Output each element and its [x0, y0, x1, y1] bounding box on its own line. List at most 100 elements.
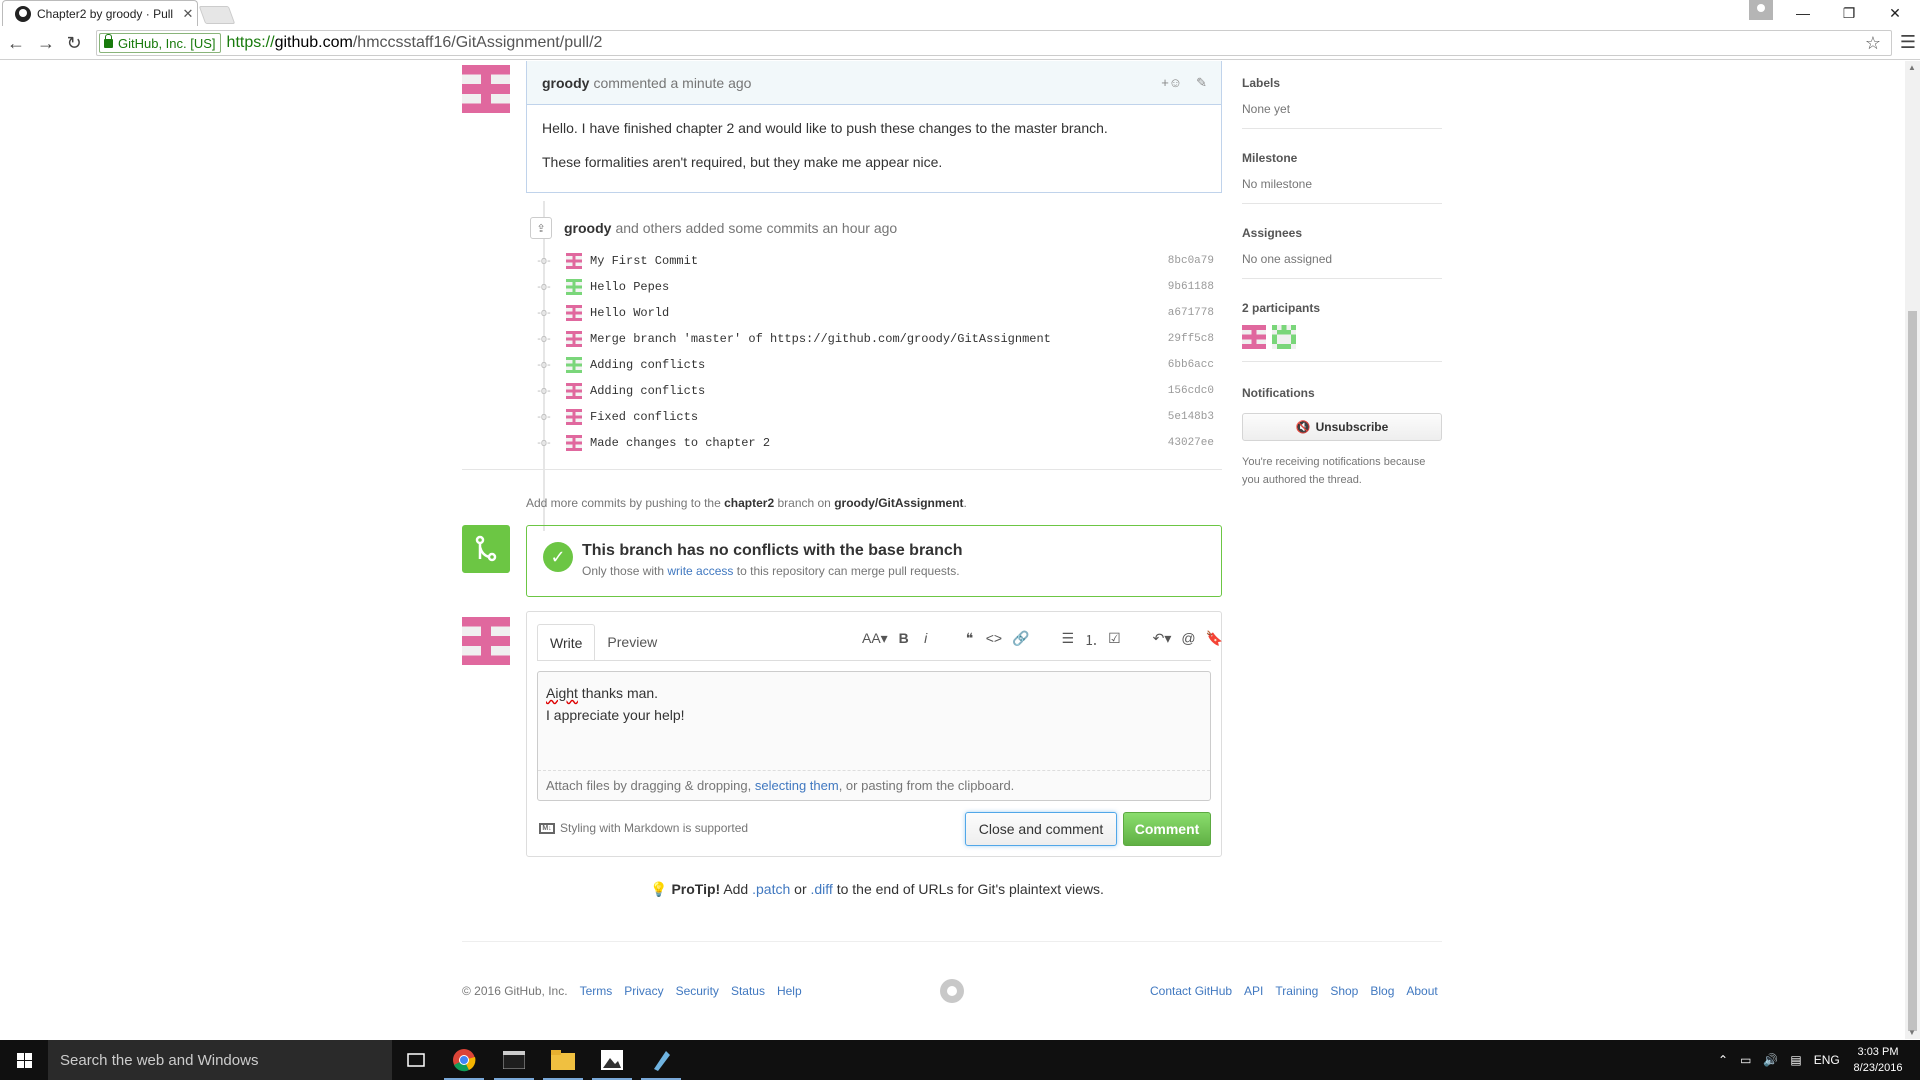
code-icon[interactable]: <>	[986, 630, 1002, 650]
write-access-link[interactable]: write access	[667, 564, 733, 578]
footer-link-terms[interactable]: Terms	[580, 984, 613, 998]
commit-author-avatar[interactable]	[566, 305, 582, 321]
reload-icon[interactable]: ↻	[62, 32, 86, 54]
address-bar[interactable]: GitHub, Inc. [US] https://github.com/hmc…	[96, 30, 1892, 56]
commit-row[interactable]: -o- My First Commit 8bc0a79	[534, 250, 1214, 272]
new-tab-button[interactable]	[198, 6, 236, 24]
commit-message[interactable]: Fixed conflicts	[590, 410, 1168, 424]
italic-icon[interactable]: i	[920, 630, 932, 650]
commit-message[interactable]: Merge branch 'master' of https://github.…	[590, 332, 1168, 346]
commit-sha[interactable]: 9b61188	[1168, 281, 1214, 293]
footer-link-contact[interactable]: Contact GitHub	[1150, 984, 1232, 998]
reply-icon[interactable]: ↶▾	[1153, 630, 1172, 650]
commit-row[interactable]: -o- Hello World a671778	[534, 302, 1214, 324]
volume-icon[interactable]: 🔊	[1763, 1053, 1778, 1067]
file-explorer-icon[interactable]	[539, 1040, 587, 1080]
footer-link-shop[interactable]: Shop	[1330, 984, 1358, 998]
commit-author-avatar[interactable]	[566, 383, 582, 399]
commit-author-avatar[interactable]	[566, 279, 582, 295]
commit-message[interactable]: Made changes to chapter 2	[590, 436, 1168, 450]
quote-icon[interactable]: ❝	[964, 630, 976, 650]
footer-link-status[interactable]: Status	[731, 984, 765, 998]
assignees-title[interactable]: Assignees	[1242, 226, 1442, 240]
commit-author-avatar[interactable]	[566, 435, 582, 451]
footer-link-training[interactable]: Training	[1275, 984, 1318, 998]
start-button[interactable]	[0, 1040, 48, 1080]
footer-link-api[interactable]: API	[1244, 984, 1263, 998]
markdown-note[interactable]: M↓ Styling with Markdown is supported	[539, 821, 748, 835]
chrome-icon[interactable]	[440, 1040, 488, 1080]
commit-row[interactable]: -o- Fixed conflicts 5e148b3	[534, 406, 1214, 428]
bold-icon[interactable]: B	[898, 630, 910, 650]
unsubscribe-button[interactable]: 🔇 Unsubscribe	[1242, 413, 1442, 441]
commits-author[interactable]: groody	[564, 220, 611, 236]
language-indicator[interactable]: ENG	[1814, 1053, 1840, 1067]
browser-menu-icon[interactable]: ☰	[1900, 32, 1916, 53]
scrollbar-thumb[interactable]	[1908, 311, 1917, 1031]
tab-close-icon[interactable]: ✕	[179, 6, 197, 22]
comment-meta[interactable]: commented a minute ago	[593, 75, 751, 91]
participant-avatar[interactable]	[1272, 325, 1296, 349]
bookmark-star-icon[interactable]: ☆	[1865, 33, 1881, 54]
commit-row[interactable]: -o- Adding conflicts 6bb6acc	[534, 354, 1214, 376]
task-view-icon[interactable]	[392, 1040, 440, 1080]
patch-link[interactable]: .patch	[752, 881, 790, 897]
photos-icon[interactable]	[588, 1040, 636, 1080]
footer-link-privacy[interactable]: Privacy	[624, 984, 663, 998]
tab-preview[interactable]: Preview	[595, 624, 669, 661]
text-size-icon[interactable]: AA▾	[862, 630, 888, 650]
commit-author-avatar[interactable]	[566, 253, 582, 269]
minimize-icon[interactable]: —	[1780, 0, 1826, 26]
avatar[interactable]	[462, 65, 510, 113]
comment-author[interactable]: groody	[542, 75, 589, 91]
close-and-comment-button[interactable]: Close and comment	[965, 812, 1117, 846]
commit-sha[interactable]: 156cdc0	[1168, 385, 1214, 397]
commit-sha[interactable]: 6bb6acc	[1168, 359, 1214, 371]
back-icon[interactable]: ←	[4, 32, 28, 54]
milestone-title[interactable]: Milestone	[1242, 151, 1442, 165]
url-text[interactable]: https://github.com/hmccsstaff16/GitAssig…	[227, 34, 603, 52]
link-icon[interactable]: 🔗	[1012, 630, 1029, 650]
comment-button[interactable]: Comment	[1123, 812, 1211, 846]
commit-sha[interactable]: 5e148b3	[1168, 411, 1214, 423]
comment-textarea[interactable]: Aight thanks man. I appreciate your help…	[537, 671, 1211, 801]
bullet-list-icon[interactable]: ☰	[1062, 630, 1075, 650]
commit-author-avatar[interactable]	[566, 357, 582, 373]
footer-link-security[interactable]: Security	[676, 984, 719, 998]
commit-row[interactable]: -o- Made changes to chapter 2 43027ee	[534, 432, 1214, 454]
commit-row[interactable]: -o- Hello Pepes 9b61188	[534, 276, 1214, 298]
secure-badge[interactable]: GitHub, Inc. [US]	[99, 33, 221, 53]
commit-author-avatar[interactable]	[566, 331, 582, 347]
commit-sha[interactable]: 43027ee	[1168, 437, 1214, 449]
browser-tab[interactable]: Chapter2 by groody · Pull ✕	[2, 0, 198, 26]
saved-reply-icon[interactable]: 🔖	[1206, 630, 1223, 650]
close-window-icon[interactable]: ✕	[1872, 0, 1918, 26]
commit-sha[interactable]: 8bc0a79	[1168, 255, 1214, 267]
diff-link[interactable]: .diff	[811, 881, 833, 897]
edit-pencil-icon[interactable]: ✎	[1196, 75, 1207, 91]
participant-avatar[interactable]	[1242, 325, 1266, 349]
commit-sha[interactable]: 29ff5c8	[1168, 333, 1214, 345]
network-icon[interactable]: ▭	[1740, 1053, 1751, 1067]
commit-message[interactable]: Adding conflicts	[590, 384, 1168, 398]
commit-author-avatar[interactable]	[566, 409, 582, 425]
terminal-icon[interactable]	[490, 1040, 538, 1080]
mention-icon[interactable]: @	[1181, 630, 1195, 650]
commit-message[interactable]: Hello Pepes	[590, 280, 1168, 294]
commit-message[interactable]: Adding conflicts	[590, 358, 1168, 372]
footer-link-blog[interactable]: Blog	[1370, 984, 1394, 998]
labels-title[interactable]: Labels	[1242, 76, 1442, 90]
tray-chevron-icon[interactable]: ⌃	[1718, 1053, 1728, 1067]
task-list-icon[interactable]: ☑	[1108, 630, 1121, 650]
restore-icon[interactable]: ❐	[1826, 0, 1872, 26]
commit-row[interactable]: -o- Merge branch 'master' of https://gith…	[534, 328, 1214, 350]
select-files-link[interactable]: selecting them	[755, 778, 839, 793]
taskbar-search[interactable]: Search the web and Windows	[48, 1040, 392, 1080]
commit-message[interactable]: Hello World	[590, 306, 1168, 320]
footer-link-help[interactable]: Help	[777, 984, 802, 998]
page-scrollbar[interactable]: ▲ ▼	[1905, 61, 1920, 1039]
clock[interactable]: 3:03 PM 8/23/2016	[1848, 1044, 1908, 1076]
commit-sha[interactable]: a671778	[1168, 307, 1214, 319]
footer-link-about[interactable]: About	[1406, 984, 1437, 998]
add-reaction-icon[interactable]: +☺	[1161, 75, 1182, 91]
